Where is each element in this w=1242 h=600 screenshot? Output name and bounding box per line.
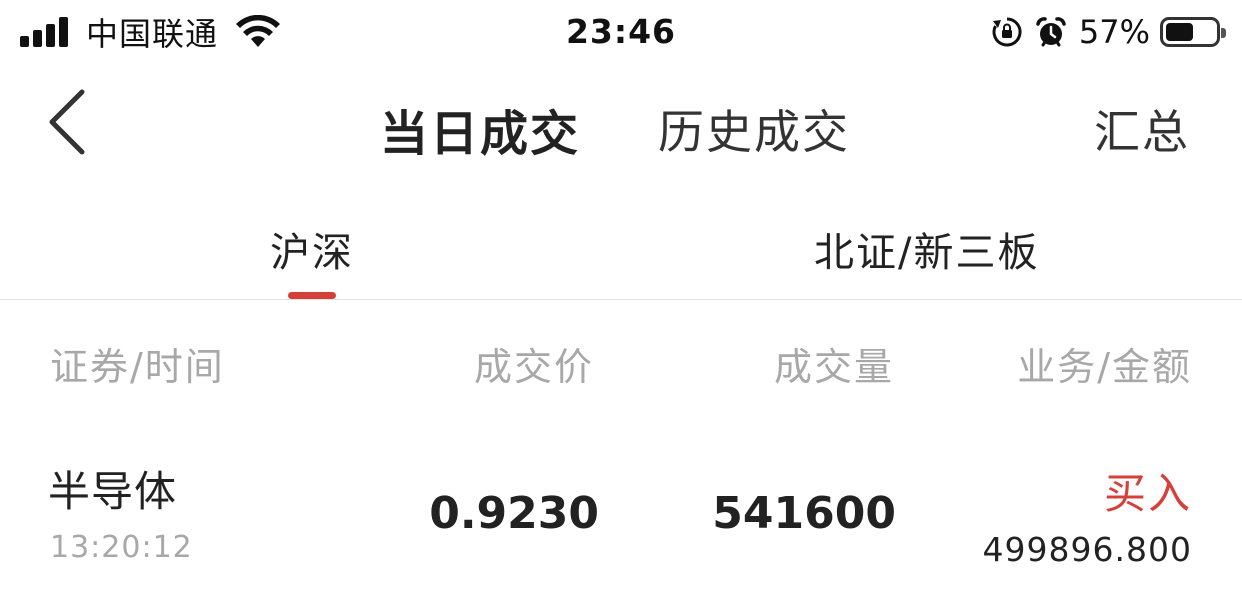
tab-shanghai-shenzhen[interactable]: 沪深 (270, 220, 354, 278)
trade-price: 0.9230 (429, 488, 599, 539)
orientation-lock-icon (992, 17, 1022, 47)
status-bar-right: 57% (991, 12, 1226, 52)
battery-level (1166, 23, 1193, 41)
trade-volume: 541600 (712, 488, 896, 539)
battery-percent: 57% (1078, 13, 1150, 51)
table-header: 证券/时间 成交价 成交量 业务/金额 (0, 300, 1242, 420)
chevron-left-icon[interactable] (36, 86, 96, 156)
table-row[interactable]: 半导体 13:20:12 0.9230 541600 买入 499896.800 (0, 440, 1242, 600)
security-name: 半导体 (48, 467, 178, 516)
battery-icon (1160, 17, 1226, 47)
summary-button[interactable]: 汇总 (1094, 96, 1190, 162)
column-header-price: 成交价 (473, 345, 594, 389)
tab-today-trades[interactable]: 当日成交 (380, 94, 580, 164)
trade-records-screen: 中国联通 23:46 57% 当日成交 历史成交 汇总 沪深 北证/新三板 证券… (0, 0, 1242, 600)
column-header-security-time: 证券/时间 (50, 345, 225, 389)
nav-bar: 当日成交 历史成交 汇总 (0, 64, 1242, 190)
active-tab-indicator (288, 292, 336, 299)
alarm-icon (1036, 17, 1066, 47)
trade-time: 13:20:12 (50, 530, 193, 565)
trade-amount: 499896.800 (982, 530, 1192, 569)
status-bar: 中国联通 23:46 57% (0, 0, 1242, 64)
tab-history-trades[interactable]: 历史成交 (658, 96, 850, 162)
tab-beijing-neeq[interactable]: 北证/新三板 (814, 220, 1039, 278)
column-header-business-amount: 业务/金额 (1017, 345, 1192, 389)
trade-action: 买入 (1103, 469, 1192, 518)
market-tabs: 沪深 北证/新三板 (0, 190, 1242, 300)
column-header-volume: 成交量 (773, 345, 894, 389)
